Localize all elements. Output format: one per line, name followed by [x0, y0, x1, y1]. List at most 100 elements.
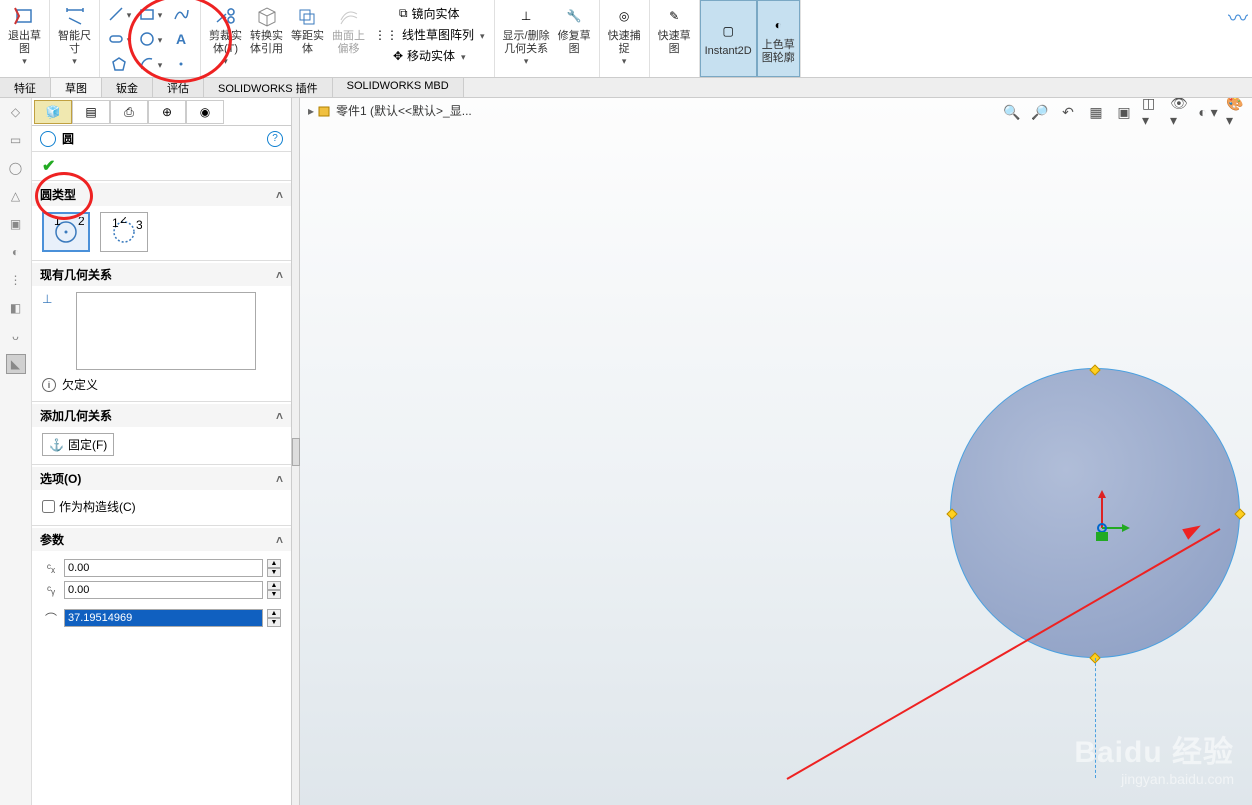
pm-title: 圆 [62, 130, 74, 147]
construction-label: 作为构造线(C) [59, 498, 136, 515]
show-relations-button[interactable]: ⊥显示/删除 几何关系▾ [499, 2, 554, 69]
section-options: 选项(O)˄ 作为构造线(C) [32, 464, 291, 525]
exit-sketch-label: 退出草 图 [8, 30, 41, 56]
center-circle-option[interactable]: 12 [42, 212, 90, 252]
ptab-config[interactable]: ⎙ [110, 100, 148, 124]
cy-spinner[interactable]: ▲▼ [267, 581, 281, 599]
perimeter-circle-option[interactable]: 123 [100, 212, 148, 252]
origin-triad [1092, 488, 1132, 547]
appearance-icon[interactable]: 🎨 ▾ [1226, 102, 1246, 122]
collapse-icon[interactable]: ˄ [276, 188, 283, 202]
tab-sheetmetal[interactable]: 钣金 [102, 78, 153, 97]
pm-confirm-row: ✔ [32, 152, 291, 180]
collapse-icon[interactable]: ˄ [276, 533, 283, 547]
radius-input[interactable] [64, 609, 263, 627]
property-manager: 🧊 ▤ ⎙ ⊕ ◉ 圆 ? ✔ 圆类型˄ 12 123 现有几何关系˄ [32, 98, 292, 805]
zoom-fit-icon[interactable]: 🔍 [1002, 102, 1022, 122]
slot-tool[interactable] [104, 27, 134, 51]
section-view-icon[interactable]: ▦ [1086, 102, 1106, 122]
repair-sketch-button[interactable]: 🔧修复草 图 [554, 2, 595, 58]
offset-icon [296, 4, 320, 28]
display-style-icon[interactable]: ◫ ▾ [1142, 102, 1162, 122]
instant2d-button[interactable]: ▢Instant2D [700, 0, 757, 77]
radius-spinner[interactable]: ▲▼ [267, 609, 281, 627]
crumb-part-label: 零件1 (默认<<默认>_显... [336, 102, 472, 119]
watermark-line2: jingyan.baidu.com [1074, 771, 1234, 787]
graphics-area[interactable]: ▸ 零件1 (默认<<默认>_显... 🔍 🔎 ↶ ▦ ▣ ◫ ▾ 👁 ▾ ◐ … [300, 98, 1252, 805]
breadcrumb[interactable]: ▸ 零件1 (默认<<默认>_显... [308, 102, 472, 119]
feat-ico-8[interactable]: ◧ [6, 298, 26, 318]
collapse-icon[interactable]: ˄ [276, 409, 283, 423]
spline-tool[interactable] [166, 2, 196, 26]
point-tool[interactable] [166, 52, 196, 76]
info-icon: i [42, 378, 56, 392]
feat-ico-9[interactable]: ᴗ [6, 326, 26, 346]
tab-sketch[interactable]: 草图 [51, 78, 102, 97]
help-icon[interactable]: ? [267, 131, 283, 147]
collapse-icon[interactable]: ˄ [276, 472, 283, 486]
cx-input[interactable] [64, 559, 263, 577]
cy-input[interactable] [64, 581, 263, 599]
feat-ico-3[interactable]: ◯ [6, 158, 26, 178]
prev-view-icon[interactable]: ↶ [1058, 102, 1078, 122]
feat-ico-2[interactable]: ▭ [6, 130, 26, 150]
text-tool[interactable]: A [166, 27, 196, 51]
feat-ico-5[interactable]: ▣ [6, 214, 26, 234]
watermark-line1: Baidu 经验 [1074, 727, 1234, 771]
swoosh-icon[interactable]: 〰 [1228, 2, 1248, 31]
tab-sw-plugin[interactable]: SOLIDWORKS 插件 [204, 78, 333, 97]
panel-splitter[interactable] [292, 98, 300, 805]
section-add-relations: 添加几何关系˄ ⚓固定(F) [32, 401, 291, 464]
ok-button[interactable]: ✔ [42, 158, 55, 175]
tab-feature[interactable]: 特征 [0, 78, 51, 97]
cy-icon: ᶜᵧ [42, 583, 60, 597]
line-tool[interactable] [104, 2, 134, 26]
sec-params-label: 参数 [40, 531, 64, 548]
fix-relation-button[interactable]: ⚓固定(F) [42, 433, 114, 456]
trim-button[interactable]: 剪裁实 体(T)▾ [205, 2, 246, 69]
feat-ico-4[interactable]: △ [6, 186, 26, 206]
ptab-dimxpert[interactable]: ⊕ [148, 100, 186, 124]
feat-ico-10[interactable]: ◣ [6, 354, 26, 374]
panel-tab-bar: 🧊 ▤ ⎙ ⊕ ◉ [32, 98, 291, 126]
quick-snap-button[interactable]: ◎快速捕 捉▾ [604, 2, 645, 69]
feat-ico-7[interactable]: ⋮ [6, 270, 26, 290]
arc-tool[interactable] [135, 52, 165, 76]
shaded-sketch-button[interactable]: ◐上色草 图轮廓 [757, 0, 800, 77]
collapse-icon[interactable]: ˄ [276, 268, 283, 282]
svg-text:1: 1 [54, 217, 61, 228]
feat-ico-6[interactable]: ◐ [6, 242, 26, 262]
tab-evaluate[interactable]: 评估 [153, 78, 204, 97]
curve-offset-button[interactable]: 曲面上 偏移 [328, 2, 369, 58]
circle-tool[interactable] [135, 27, 165, 51]
move-button[interactable]: ✥移动实体 [373, 46, 486, 65]
construction-checkbox[interactable] [42, 500, 55, 513]
scene-icon[interactable]: ◐ ▾ [1198, 102, 1218, 122]
convert-button[interactable]: 转换实 体引用 [246, 2, 287, 58]
mirror-button[interactable]: ⧉镜向实体 [373, 4, 486, 23]
relations-list[interactable] [76, 292, 256, 370]
ptab-feature-tree[interactable]: 🧊 [34, 100, 72, 124]
rectangle-tool[interactable] [135, 2, 165, 26]
view-orient-icon[interactable]: ▣ [1114, 102, 1134, 122]
tab-sw-mbd[interactable]: SOLIDWORKS MBD [333, 78, 464, 97]
cx-spinner[interactable]: ▲▼ [267, 559, 281, 577]
fix-label: 固定(F) [68, 436, 107, 453]
exit-sketch-button[interactable]: 退出草 图 ▾ [4, 2, 45, 69]
quick-sketch-button[interactable]: ✎快速草 图 [654, 2, 695, 58]
hide-show-icon[interactable]: 👁 ▾ [1170, 102, 1190, 122]
smart-dimension-button[interactable]: 智能尺 寸 ▾ [54, 2, 95, 69]
offset-button[interactable]: 等距实 体 [287, 2, 328, 58]
part-icon [318, 104, 332, 118]
repair-icon: 🔧 [562, 4, 586, 28]
polygon-tool[interactable] [104, 52, 134, 76]
linear-pattern-button[interactable]: ⋮⋮线性草图阵列 [373, 25, 486, 44]
ptab-property[interactable]: ▤ [72, 100, 110, 124]
feat-ico-1[interactable]: ◇ [6, 102, 26, 122]
zoom-area-icon[interactable]: 🔎 [1030, 102, 1050, 122]
move-label: 移动实体 [407, 47, 455, 64]
ptab-appearance[interactable]: ◉ [186, 100, 224, 124]
command-tabs: 特征 草图 钣金 评估 SOLIDWORKS 插件 SOLIDWORKS MBD [0, 78, 1252, 98]
underdefined-label: 欠定义 [62, 376, 98, 393]
svg-text:3: 3 [136, 218, 142, 232]
